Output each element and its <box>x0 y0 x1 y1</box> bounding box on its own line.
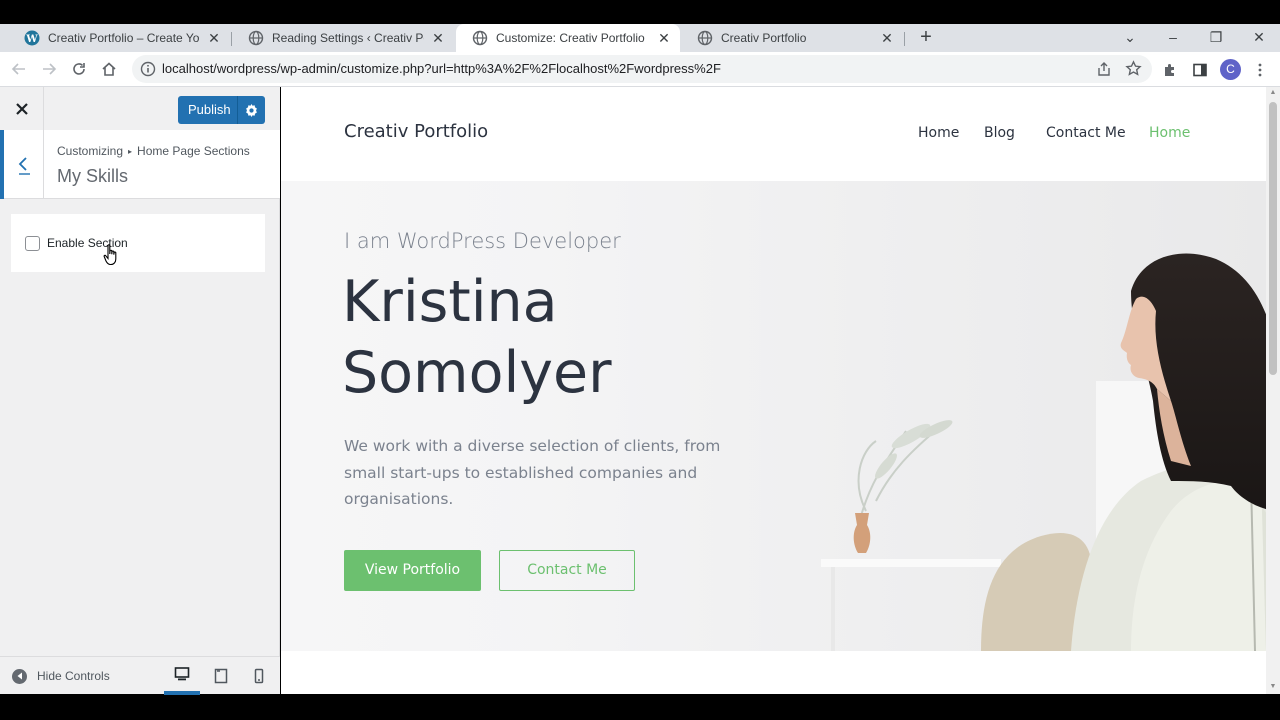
tab-customize[interactable]: Customize: Creativ Portfolio ✕ <box>456 24 680 52</box>
section-header: Customizing ▸ Home Page Sections My Skills <box>0 130 280 199</box>
forward-arrow-icon[interactable] <box>36 56 62 82</box>
globe-icon <box>697 30 713 46</box>
home-icon[interactable] <box>96 56 122 82</box>
enable-section-control: Enable Section <box>11 214 265 272</box>
minimize-button[interactable]: – <box>1158 24 1188 52</box>
nav-home-active[interactable]: Home <box>1149 125 1190 141</box>
restore-button[interactable]: ❐ <box>1201 24 1231 52</box>
hero-description: We work with a diverse selection of clie… <box>344 437 721 508</box>
tab-separator <box>904 32 905 46</box>
hero-name-line2: Somolyer <box>342 340 612 406</box>
hide-controls-label: Hide Controls <box>37 669 110 683</box>
site-header: Creativ Portfolio Home Blog Contact Me H… <box>281 87 1266 181</box>
tab-creativ-portfolio-home[interactable]: W Creativ Portfolio – Create Your O ✕ <box>8 24 230 52</box>
bookmark-star-icon[interactable] <box>1125 60 1142 82</box>
breadcrumb: Customizing ▸ Home Page Sections <box>57 144 250 158</box>
tab-creativ-portfolio[interactable]: Creativ Portfolio ✕ <box>681 24 903 52</box>
site-preview: Creativ Portfolio Home Blog Contact Me H… <box>281 87 1266 694</box>
customizer-panel: Publish Customizing ▸ Home Page Sections M… <box>0 87 280 695</box>
address-bar[interactable]: localhost/wordpress/wp-admin/customize.p… <box>132 55 1152 83</box>
desktop-icon <box>174 667 190 681</box>
nav-home[interactable]: Home <box>918 125 959 141</box>
share-icon[interactable] <box>1096 61 1112 82</box>
hero-name-line1: Kristina <box>342 269 558 335</box>
tab-close-icon[interactable]: ✕ <box>656 30 672 46</box>
breadcrumb-arrow-icon: ▸ <box>128 147 133 156</box>
screen: W Creativ Portfolio – Create Your O ✕ Re… <box>0 0 1280 720</box>
tab-title: Creativ Portfolio <box>721 31 807 45</box>
chevron-left-icon <box>18 156 30 175</box>
tablet-preview-button[interactable] <box>203 657 239 695</box>
view-portfolio-button[interactable]: View Portfolio <box>344 550 481 591</box>
extensions-puzzle-icon[interactable] <box>1159 59 1181 81</box>
collapse-arrow-icon <box>12 668 27 684</box>
hand-cursor-icon <box>103 244 117 266</box>
browser-menu-icon[interactable] <box>1249 59 1271 81</box>
window-close-button[interactable]: ✕ <box>1244 24 1274 52</box>
reload-icon[interactable] <box>66 56 92 82</box>
tablet-icon <box>214 668 228 684</box>
enable-section-checkbox[interactable] <box>25 236 40 251</box>
preview-scrollbar[interactable]: ▲ ▼ <box>1266 87 1280 694</box>
breadcrumb-root: Customizing <box>57 144 124 158</box>
publish-label: Publish <box>188 102 231 117</box>
publish-button[interactable]: Publish <box>178 96 265 124</box>
tab-title: Reading Settings ‹ Creativ Portfo <box>272 31 424 45</box>
browser-toolbar: localhost/wordpress/wp-admin/customize.p… <box>0 52 1280 87</box>
close-icon <box>15 103 28 115</box>
hide-controls-button[interactable]: Hide Controls <box>12 657 110 695</box>
profile-avatar[interactable]: C <box>1220 59 1241 80</box>
side-panel-icon[interactable] <box>1189 59 1211 81</box>
section-title: My Skills <box>57 166 128 186</box>
scrollbar-thumb[interactable] <box>1269 102 1277 375</box>
site-title[interactable]: Creativ Portfolio <box>344 121 488 142</box>
hero-photo-woman <box>531 181 1266 651</box>
customizer-footer: Hide Controls <box>0 656 280 695</box>
globe-icon <box>248 30 264 46</box>
globe-icon <box>472 30 488 46</box>
mobile-icon <box>254 668 264 684</box>
tab-close-icon[interactable]: ✕ <box>879 30 895 46</box>
scroll-up-arrow-icon[interactable]: ▲ <box>1269 89 1277 97</box>
browser-tab-strip: W Creativ Portfolio – Create Your O ✕ Re… <box>0 24 1280 52</box>
tab-reading-settings[interactable]: Reading Settings ‹ Creativ Portfo ✕ <box>232 24 454 52</box>
info-icon[interactable] <box>140 61 156 77</box>
hero-subtitle: I am WordPress Developer <box>344 229 621 253</box>
back-button[interactable] <box>0 130 44 199</box>
wordpress-icon: W <box>24 30 40 46</box>
nav-contact-me[interactable]: Contact Me <box>1046 125 1126 141</box>
scroll-down-arrow-icon[interactable]: ▼ <box>1269 683 1277 691</box>
gear-icon[interactable] <box>237 96 265 124</box>
customizer-header: Publish <box>0 87 280 131</box>
back-arrow-icon[interactable] <box>6 56 32 82</box>
tab-close-icon[interactable]: ✕ <box>430 30 446 46</box>
hero-name: Kristina Somolyer <box>342 267 762 409</box>
tab-title: Customize: Creativ Portfolio <box>496 31 645 45</box>
desktop-preview-button[interactable] <box>164 657 200 695</box>
tab-title: Creativ Portfolio – Create Your O <box>48 31 200 45</box>
nav-blog[interactable]: Blog <box>984 125 1015 141</box>
new-tab-button[interactable]: + <box>914 26 938 50</box>
breadcrumb-parent: Home Page Sections <box>137 144 250 158</box>
svg-text:W: W <box>25 34 38 45</box>
url-text: localhost/wordpress/wp-admin/customize.p… <box>162 61 721 76</box>
contact-me-button[interactable]: Contact Me <box>499 550 635 591</box>
tab-search-chevron-down-icon[interactable]: ⌄ <box>1115 24 1145 52</box>
close-customizer-button[interactable] <box>0 87 44 131</box>
mobile-preview-button[interactable] <box>241 657 277 695</box>
tab-close-icon[interactable]: ✕ <box>206 30 222 46</box>
hero-section: I am WordPress Developer Kristina Somoly… <box>281 181 1266 651</box>
